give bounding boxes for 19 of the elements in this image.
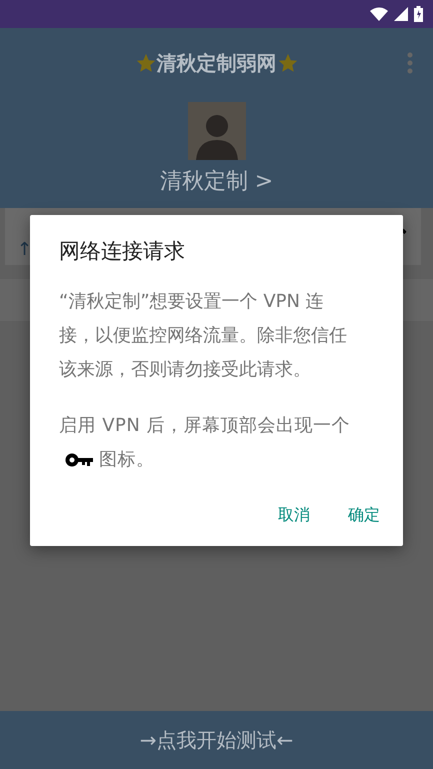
star-icon [134,52,156,74]
confirm-button[interactable]: 确定 [334,497,394,534]
more-icon[interactable] [407,52,413,74]
app-title: 清秋定制弱网 [156,50,276,76]
battery-icon [414,6,423,22]
avatar[interactable] [188,102,246,160]
card-subtitle: ↑ [17,239,32,260]
dialog-message: “清秋定制”想要设置一个 VPN 连接，以便监控网络流量。除非您信任该来源，否则请勿接受此请求。 [59,290,348,382]
key-icon [65,453,93,468]
wifi-icon [370,7,388,21]
signal-icon [394,7,408,21]
cancel-button[interactable]: 取消 [264,497,324,534]
start-test-bar[interactable]: →点我开始测试← [0,711,433,769]
start-test-label: →点我开始测试← [140,726,294,754]
dialog-note-end: 图标。 [99,449,154,470]
dialog-note: 启用 VPN 后，屏幕顶部会出现一个 [59,415,350,436]
profile-name[interactable]: 清秋定制 > [160,166,274,196]
dialog-title: 网络连接请求 [59,238,186,265]
star-icon [276,52,298,74]
